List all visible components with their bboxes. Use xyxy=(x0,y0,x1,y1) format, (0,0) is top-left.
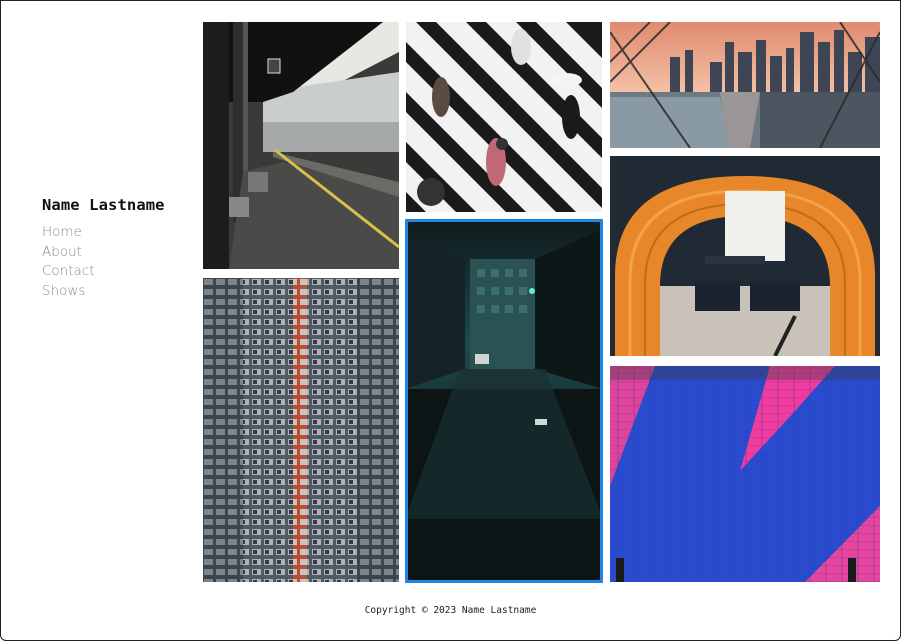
nav-shows-link[interactable]: Shows xyxy=(42,282,165,302)
nav-about-link[interactable]: About xyxy=(42,243,165,263)
photo-orange-tunnel[interactable] xyxy=(610,156,880,356)
sidebar: Name Lastname Home About Contact Shows xyxy=(42,196,165,301)
site-name[interactable]: Name Lastname xyxy=(42,196,165,214)
main-nav: Home About Contact Shows xyxy=(42,223,165,301)
photo-apartment-block[interactable] xyxy=(203,278,399,582)
crosswalk-image xyxy=(406,22,602,212)
orange-tunnel-image xyxy=(610,156,880,356)
photo-crosswalk[interactable] xyxy=(406,22,602,212)
photo-neon-alley[interactable] xyxy=(405,219,603,583)
photo-train-station[interactable] xyxy=(203,22,399,269)
nav-contact-link[interactable]: Contact xyxy=(42,262,165,282)
neon-alley-image xyxy=(405,219,603,583)
footer-copyright: Copyright © 2023 Name Lastname xyxy=(364,605,537,616)
nav-home-link[interactable]: Home xyxy=(42,223,165,243)
painted-wall-image xyxy=(610,366,880,582)
apartment-block-image xyxy=(203,278,399,582)
photo-skyline[interactable] xyxy=(610,22,880,148)
photo-painted-wall[interactable] xyxy=(610,366,880,582)
train-station-image xyxy=(203,22,399,269)
skyline-image xyxy=(610,22,880,148)
